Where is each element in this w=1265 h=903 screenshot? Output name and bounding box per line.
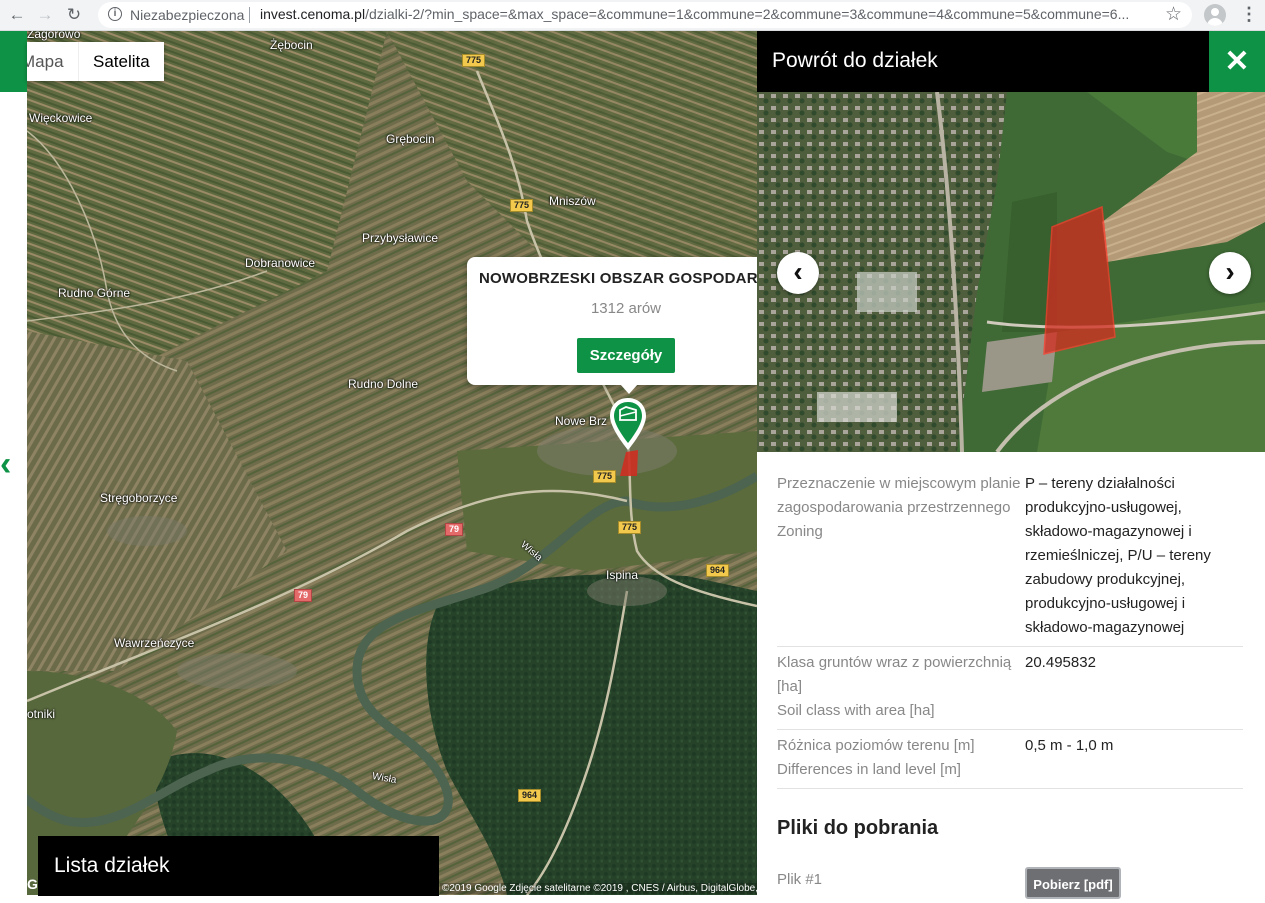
map-place-label: Grębocin	[386, 132, 435, 146]
map-place-label: Rudno Górne	[58, 286, 131, 300]
security-label[interactable]: Niezabezpieczona	[130, 7, 244, 23]
reload-icon[interactable]: ↻	[63, 4, 85, 26]
property-row: Klasa gruntów wraz z powierzchnią [ha] S…	[777, 647, 1243, 730]
forward-arrow-icon[interactable]: →	[34, 4, 56, 26]
property-value: P – tereny działalności produkcyjno-usłu…	[1025, 475, 1211, 636]
property-label: Przeznaczenie w miejscowym planie zagosp…	[777, 475, 1021, 540]
profile-avatar-icon[interactable]	[1204, 4, 1226, 26]
parcel-properties: Przeznaczenie w miejscowym planie zagosp…	[777, 468, 1243, 789]
road-number-badge: 79	[294, 589, 313, 602]
parcel-photo-carousel: ‹ ›	[757, 92, 1265, 452]
google-logo: G	[27, 876, 38, 892]
map-place-label: Stręgoborzyce	[100, 491, 178, 505]
chevron-right-icon[interactable]: ›	[1209, 252, 1251, 294]
panel-header: Powrót do działek ✕	[757, 31, 1265, 92]
close-icon[interactable]: ✕	[1209, 31, 1265, 92]
road-number-badge: 775	[618, 521, 642, 534]
download-pdf-button[interactable]: Pobierz [pdf]	[1025, 867, 1121, 899]
map-place-label: Mniszów	[549, 194, 596, 208]
parcel-aerial-photo	[757, 92, 1265, 452]
back-arrow-icon[interactable]: ←	[6, 4, 28, 26]
url-path: /dzialki-2/?min_space=&max_space=&commun…	[365, 6, 1130, 22]
road-number-badge: 775	[593, 470, 617, 483]
map-place-label: Dobranowice	[245, 256, 316, 270]
url-text[interactable]: invest.cenoma.pl/dzialki-2/?min_space=&m…	[260, 6, 1140, 22]
map-type-map-button[interactable]: Mapa	[27, 42, 78, 81]
map-attribution: ©2019 Google Zdjęcie satelitarne ©2019 ,…	[440, 883, 772, 894]
popup-tail	[620, 384, 638, 394]
road-number-badge: 79	[445, 523, 464, 536]
url-host: invest.cenoma.pl	[260, 6, 366, 22]
map-place-label: Rudno Dolne	[348, 377, 419, 391]
map-place-label: otniki	[27, 707, 56, 721]
property-label: Klasa gruntów wraz z powierzchnią [ha] S…	[777, 654, 1012, 719]
map-place-label: Zagórowo	[27, 31, 81, 41]
road-number-badge: 964	[518, 789, 542, 802]
property-label: Różnica poziomów terenu [m] Differences …	[777, 737, 975, 778]
map-place-label: Więckowice	[29, 111, 93, 125]
property-value: 0,5 m - 1,0 m	[1025, 737, 1114, 754]
property-row: Przeznaczenie w miejscowym planie zagosp…	[777, 468, 1243, 647]
map-place-label: Nowe Brz	[555, 414, 608, 428]
back-to-parcels-link[interactable]: Powrót do działek	[772, 49, 938, 73]
map-imagery	[27, 31, 757, 895]
property-row: Różnica poziomów terenu [m] Differences …	[777, 730, 1243, 789]
chevron-left-icon[interactable]: ‹	[0, 445, 11, 484]
bookmark-star-icon[interactable]: ☆	[1165, 3, 1182, 26]
map-place-label: Wawrzeńczyce	[114, 636, 195, 650]
chevron-left-icon[interactable]: ‹	[777, 252, 819, 294]
map-pin-icon[interactable]	[608, 396, 648, 452]
address-separator	[249, 7, 250, 23]
map-type-switch: Mapa Satelita	[27, 42, 164, 81]
road-number-badge: 775	[462, 54, 486, 67]
map-place-label: Przybysławice	[362, 231, 439, 245]
satellite-map[interactable]: Zagórowo Żębocin Więckowice Grębocin Mni…	[27, 31, 757, 895]
road-number-badge: 775	[510, 199, 534, 212]
file-label: Plik #1	[777, 871, 823, 888]
browser-toolbar: ← → ↻ i Niezabezpieczona invest.cenoma.p…	[0, 0, 1265, 31]
left-green-tab[interactable]	[0, 31, 27, 92]
popup-title: NOWOBRZESKI OBSZAR GOSPODARCZY	[479, 270, 757, 287]
address-bar[interactable]: i Niezabezpieczona invest.cenoma.pl/dzia…	[98, 2, 1192, 28]
map-place-label: Żębocin	[270, 38, 313, 52]
map-type-satellite-button[interactable]: Satelita	[78, 42, 164, 81]
details-button[interactable]: Szczegóły	[577, 338, 675, 373]
map-place-label: Ispina	[606, 568, 639, 582]
parcel-list-label: Lista działek	[54, 854, 170, 877]
property-value: 20.495832	[1025, 654, 1096, 671]
road-number-badge: 964	[706, 564, 730, 577]
parcel-shape[interactable]	[620, 450, 640, 478]
parcel-popup: NOWOBRZESKI OBSZAR GOSPODARCZY 1312 arów…	[467, 257, 757, 385]
info-icon[interactable]: i	[108, 7, 122, 21]
parcel-outline	[1043, 205, 1116, 355]
popup-area: 1312 arów	[590, 300, 662, 317]
kebab-menu-icon[interactable]: ⋮	[1240, 4, 1258, 25]
parcel-list-bar[interactable]: Lista działek	[38, 836, 439, 896]
files-title: Pliki do pobrania	[777, 817, 939, 839]
parcel-details-panel: Powrót do działek ✕ ‹ › Przeznaczenie w …	[757, 31, 1265, 903]
